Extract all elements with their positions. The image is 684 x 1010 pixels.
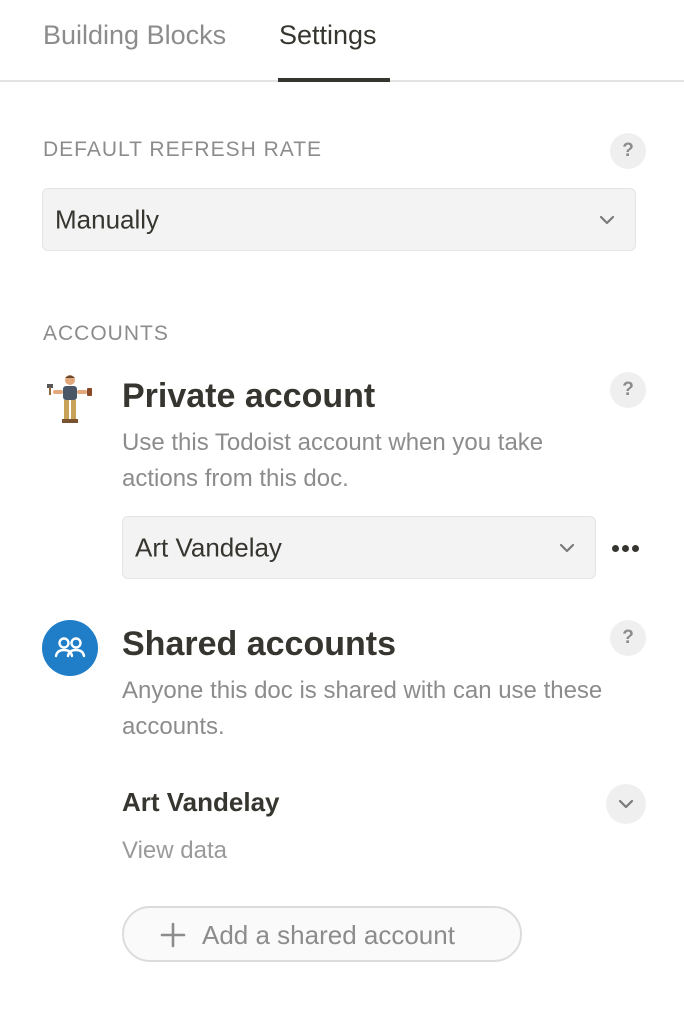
refresh-rate-heading: DEFAULT REFRESH RATE	[43, 138, 323, 161]
private-account-select[interactable]: Art Vandelay	[122, 516, 596, 579]
expand-chevron-icon[interactable]	[606, 784, 646, 824]
private-account-title: Private account	[122, 377, 376, 415]
people-icon	[42, 620, 98, 676]
shared-accounts-help-icon[interactable]: ?	[610, 620, 646, 656]
avatar-emoji-icon	[47, 375, 92, 423]
active-tab-indicator	[278, 78, 390, 82]
tab-settings[interactable]: Settings	[279, 18, 377, 52]
accounts-heading: ACCOUNTS	[43, 322, 169, 345]
private-account-help-icon[interactable]: ?	[610, 372, 646, 408]
plus-icon	[160, 922, 186, 948]
chevron-down-icon	[599, 215, 615, 224]
more-horizontal-icon[interactable]	[606, 532, 646, 564]
private-account-value: Art Vandelay	[135, 532, 282, 562]
shared-account-name: Art Vandelay	[122, 787, 280, 817]
refresh-rate-select[interactable]: Manually	[42, 188, 636, 251]
refresh-rate-value: Manually	[55, 204, 160, 234]
private-account-description: Use this Todoist account when you take a…	[122, 429, 544, 492]
shared-accounts-description: Anyone this doc is shared with can use t…	[122, 677, 603, 740]
refresh-rate-help-icon[interactable]: ?	[610, 133, 646, 169]
add-shared-account-button[interactable]: Add a shared account	[122, 906, 522, 962]
tab-building-blocks[interactable]: Building Blocks	[43, 18, 226, 52]
add-shared-account-label: Add a shared account	[202, 920, 455, 950]
shared-accounts-title: Shared accounts	[122, 625, 396, 663]
tab-bar: Building Blocks Settings	[0, 0, 684, 82]
shared-account-permission: View data	[122, 837, 227, 864]
chevron-down-icon	[559, 543, 575, 552]
